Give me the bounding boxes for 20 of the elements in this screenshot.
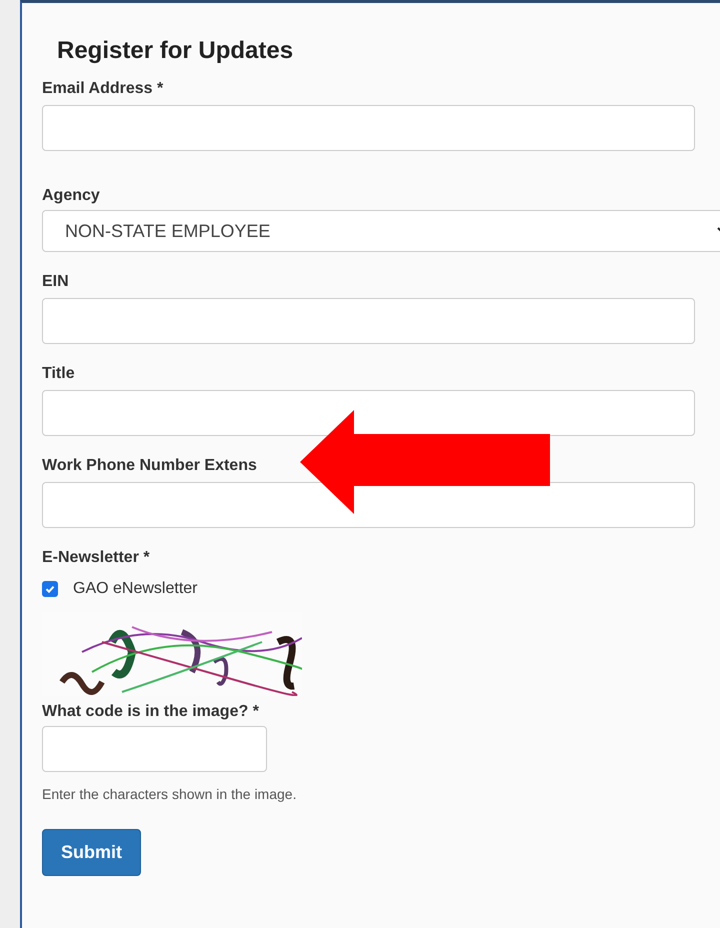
checkbox[interactable] [42, 581, 58, 597]
arrow-icon [300, 410, 550, 514]
field-label: EIN [42, 272, 70, 292]
field-label: Email Address * [42, 79, 164, 99]
field-label: Work Phone Number Extens [42, 456, 258, 476]
field-label: Agency [42, 186, 101, 206]
checkmark-icon [44, 583, 56, 595]
submit-button[interactable]: Submit [42, 829, 141, 876]
checkbox-label[interactable]: GAO eNewsletter [73, 580, 198, 598]
agency-dropdown[interactable]: NON-STATE EMPLOYEE [42, 210, 720, 252]
input-field[interactable] [42, 105, 695, 151]
input-field[interactable] [42, 482, 695, 528]
field-label: E-Newsletter * [42, 548, 151, 568]
input-field[interactable] [42, 298, 695, 344]
input-field[interactable] [42, 390, 695, 436]
input-field[interactable] [42, 726, 267, 772]
help-text: Enter the characters shown in the image. [42, 786, 298, 802]
field-label: What code is in the image? * [42, 702, 260, 722]
field-label: Title [42, 364, 76, 384]
form-title: Register for Updates [56, 36, 294, 66]
